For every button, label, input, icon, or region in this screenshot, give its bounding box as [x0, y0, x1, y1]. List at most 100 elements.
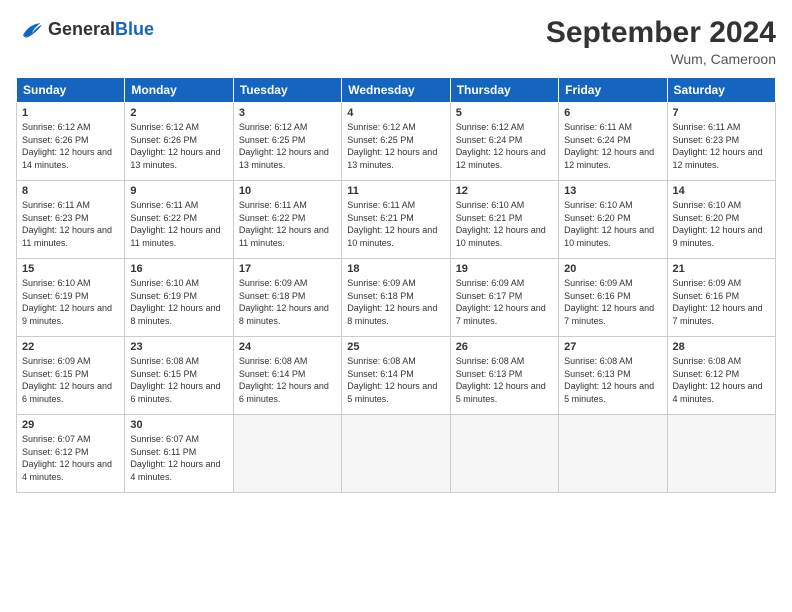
day-number: 20	[564, 263, 661, 275]
day-number: 18	[347, 263, 444, 275]
day-number: 1	[22, 107, 119, 119]
day-info: Sunrise: 6:09 AMSunset: 6:18 PMDaylight:…	[239, 277, 336, 327]
table-row: 2 Sunrise: 6:12 AMSunset: 6:26 PMDaylight…	[125, 103, 233, 181]
table-row: 10 Sunrise: 6:11 AMSunset: 6:22 PMDayligh…	[233, 181, 341, 259]
day-number: 13	[564, 185, 661, 197]
day-info: Sunrise: 6:09 AMSunset: 6:18 PMDaylight:…	[347, 277, 444, 327]
table-row: 29 Sunrise: 6:07 AMSunset: 6:12 PMDayligh…	[17, 415, 125, 493]
day-info: Sunrise: 6:11 AMSunset: 6:23 PMDaylight:…	[673, 121, 770, 171]
day-number: 30	[130, 419, 227, 431]
day-number: 17	[239, 263, 336, 275]
day-number: 7	[673, 107, 770, 119]
table-row: 25 Sunrise: 6:08 AMSunset: 6:14 PMDayligh…	[342, 337, 450, 415]
logo-text: GeneralBlue	[48, 20, 154, 40]
day-number: 10	[239, 185, 336, 197]
table-row	[667, 415, 775, 493]
day-number: 16	[130, 263, 227, 275]
table-row: 28 Sunrise: 6:08 AMSunset: 6:12 PMDayligh…	[667, 337, 775, 415]
calendar-page: GeneralBlue September 2024 Wum, Cameroon…	[0, 0, 792, 612]
table-row: 9Sunrise: 6:11 AMSunset: 6:22 PMDaylight…	[125, 181, 233, 259]
title-block: September 2024 Wum, Cameroon	[546, 16, 776, 67]
day-info: Sunrise: 6:09 AMSunset: 6:16 PMDaylight:…	[564, 277, 661, 327]
day-number: 26	[456, 341, 553, 353]
day-number: 24	[239, 341, 336, 353]
table-row: 18 Sunrise: 6:09 AMSunset: 6:18 PMDayligh…	[342, 259, 450, 337]
day-info: Sunrise: 6:11 AMSunset: 6:22 PMDaylight:…	[130, 199, 227, 249]
day-info: Sunrise: 6:09 AMSunset: 6:16 PMDaylight:…	[673, 277, 770, 327]
day-number: 29	[22, 419, 119, 431]
day-info: Sunrise: 6:12 AMSunset: 6:25 PMDaylight:…	[239, 121, 336, 171]
day-info: Sunrise: 6:11 AMSunset: 6:24 PMDaylight:…	[564, 121, 661, 171]
day-info: Sunrise: 6:11 AMSunset: 6:23 PMDaylight:…	[22, 199, 119, 249]
day-info: Sunrise: 6:07 AMSunset: 6:12 PMDaylight:…	[22, 433, 119, 483]
day-number: 3	[239, 107, 336, 119]
header-saturday: Saturday	[667, 78, 775, 103]
day-number: 22	[22, 341, 119, 353]
table-row: 4 Sunrise: 6:12 AMSunset: 6:25 PMDaylight…	[342, 103, 450, 181]
day-number: 2	[130, 107, 227, 119]
header-wednesday: Wednesday	[342, 78, 450, 103]
table-row: 21 Sunrise: 6:09 AMSunset: 6:16 PMDayligh…	[667, 259, 775, 337]
table-row: 26 Sunrise: 6:08 AMSunset: 6:13 PMDayligh…	[450, 337, 558, 415]
day-number: 11	[347, 185, 444, 197]
day-number: 12	[456, 185, 553, 197]
day-info: Sunrise: 6:07 AMSunset: 6:11 PMDaylight:…	[130, 433, 227, 483]
day-info: Sunrise: 6:10 AMSunset: 6:19 PMDaylight:…	[130, 277, 227, 327]
header-monday: Monday	[125, 78, 233, 103]
table-row: 13 Sunrise: 6:10 AMSunset: 6:20 PMDayligh…	[559, 181, 667, 259]
day-info: Sunrise: 6:08 AMSunset: 6:13 PMDaylight:…	[564, 355, 661, 405]
day-number: 27	[564, 341, 661, 353]
table-row: 8Sunrise: 6:11 AMSunset: 6:23 PMDaylight…	[17, 181, 125, 259]
day-number: 21	[673, 263, 770, 275]
table-row: 14 Sunrise: 6:10 AMSunset: 6:20 PMDayligh…	[667, 181, 775, 259]
day-info: Sunrise: 6:08 AMSunset: 6:12 PMDaylight:…	[673, 355, 770, 405]
table-row	[233, 415, 341, 493]
table-row: 15 Sunrise: 6:10 AMSunset: 6:19 PMDayligh…	[17, 259, 125, 337]
header-thursday: Thursday	[450, 78, 558, 103]
day-number: 14	[673, 185, 770, 197]
header: GeneralBlue September 2024 Wum, Cameroon	[16, 16, 776, 67]
day-info: Sunrise: 6:08 AMSunset: 6:14 PMDaylight:…	[347, 355, 444, 405]
day-number: 4	[347, 107, 444, 119]
table-row: 17 Sunrise: 6:09 AMSunset: 6:18 PMDayligh…	[233, 259, 341, 337]
day-info: Sunrise: 6:11 AMSunset: 6:22 PMDaylight:…	[239, 199, 336, 249]
table-row: 27 Sunrise: 6:08 AMSunset: 6:13 PMDayligh…	[559, 337, 667, 415]
table-row	[450, 415, 558, 493]
day-info: Sunrise: 6:08 AMSunset: 6:13 PMDaylight:…	[456, 355, 553, 405]
day-number: 25	[347, 341, 444, 353]
day-info: Sunrise: 6:10 AMSunset: 6:20 PMDaylight:…	[673, 199, 770, 249]
day-number: 6	[564, 107, 661, 119]
header-sunday: Sunday	[17, 78, 125, 103]
table-row: 19Sunrise: 6:09 AMSunset: 6:17 PMDayligh…	[450, 259, 558, 337]
header-tuesday: Tuesday	[233, 78, 341, 103]
month-year-title: September 2024	[546, 16, 776, 49]
day-info: Sunrise: 6:10 AMSunset: 6:19 PMDaylight:…	[22, 277, 119, 327]
table-row	[559, 415, 667, 493]
table-row: 22 Sunrise: 6:09 AMSunset: 6:15 PMDayligh…	[17, 337, 125, 415]
table-row: 5Sunrise: 6:12 AMSunset: 6:24 PMDaylight…	[450, 103, 558, 181]
logo: GeneralBlue	[16, 16, 154, 44]
day-info: Sunrise: 6:12 AMSunset: 6:24 PMDaylight:…	[456, 121, 553, 171]
day-number: 19	[456, 263, 553, 275]
table-row: 6 Sunrise: 6:11 AMSunset: 6:24 PMDaylight…	[559, 103, 667, 181]
table-row: 24 Sunrise: 6:08 AMSunset: 6:14 PMDayligh…	[233, 337, 341, 415]
day-info: Sunrise: 6:08 AMSunset: 6:15 PMDaylight:…	[130, 355, 227, 405]
day-info: Sunrise: 6:11 AMSunset: 6:21 PMDaylight:…	[347, 199, 444, 249]
day-info: Sunrise: 6:08 AMSunset: 6:14 PMDaylight:…	[239, 355, 336, 405]
table-row: 16 Sunrise: 6:10 AMSunset: 6:19 PMDayligh…	[125, 259, 233, 337]
table-row: 11 Sunrise: 6:11 AMSunset: 6:21 PMDayligh…	[342, 181, 450, 259]
day-info: Sunrise: 6:10 AMSunset: 6:20 PMDaylight:…	[564, 199, 661, 249]
table-row: 23Sunrise: 6:08 AMSunset: 6:15 PMDayligh…	[125, 337, 233, 415]
header-friday: Friday	[559, 78, 667, 103]
day-info: Sunrise: 6:12 AMSunset: 6:25 PMDaylight:…	[347, 121, 444, 171]
calendar-table: Sunday Monday Tuesday Wednesday Thursday…	[16, 77, 776, 493]
day-number: 28	[673, 341, 770, 353]
day-info: Sunrise: 6:12 AMSunset: 6:26 PMDaylight:…	[22, 121, 119, 171]
logo-icon	[16, 16, 44, 44]
day-info: Sunrise: 6:10 AMSunset: 6:21 PMDaylight:…	[456, 199, 553, 249]
day-info: Sunrise: 6:09 AMSunset: 6:15 PMDaylight:…	[22, 355, 119, 405]
table-row: 20 Sunrise: 6:09 AMSunset: 6:16 PMDayligh…	[559, 259, 667, 337]
day-info: Sunrise: 6:12 AMSunset: 6:26 PMDaylight:…	[130, 121, 227, 171]
day-number: 15	[22, 263, 119, 275]
location-subtitle: Wum, Cameroon	[546, 51, 776, 67]
